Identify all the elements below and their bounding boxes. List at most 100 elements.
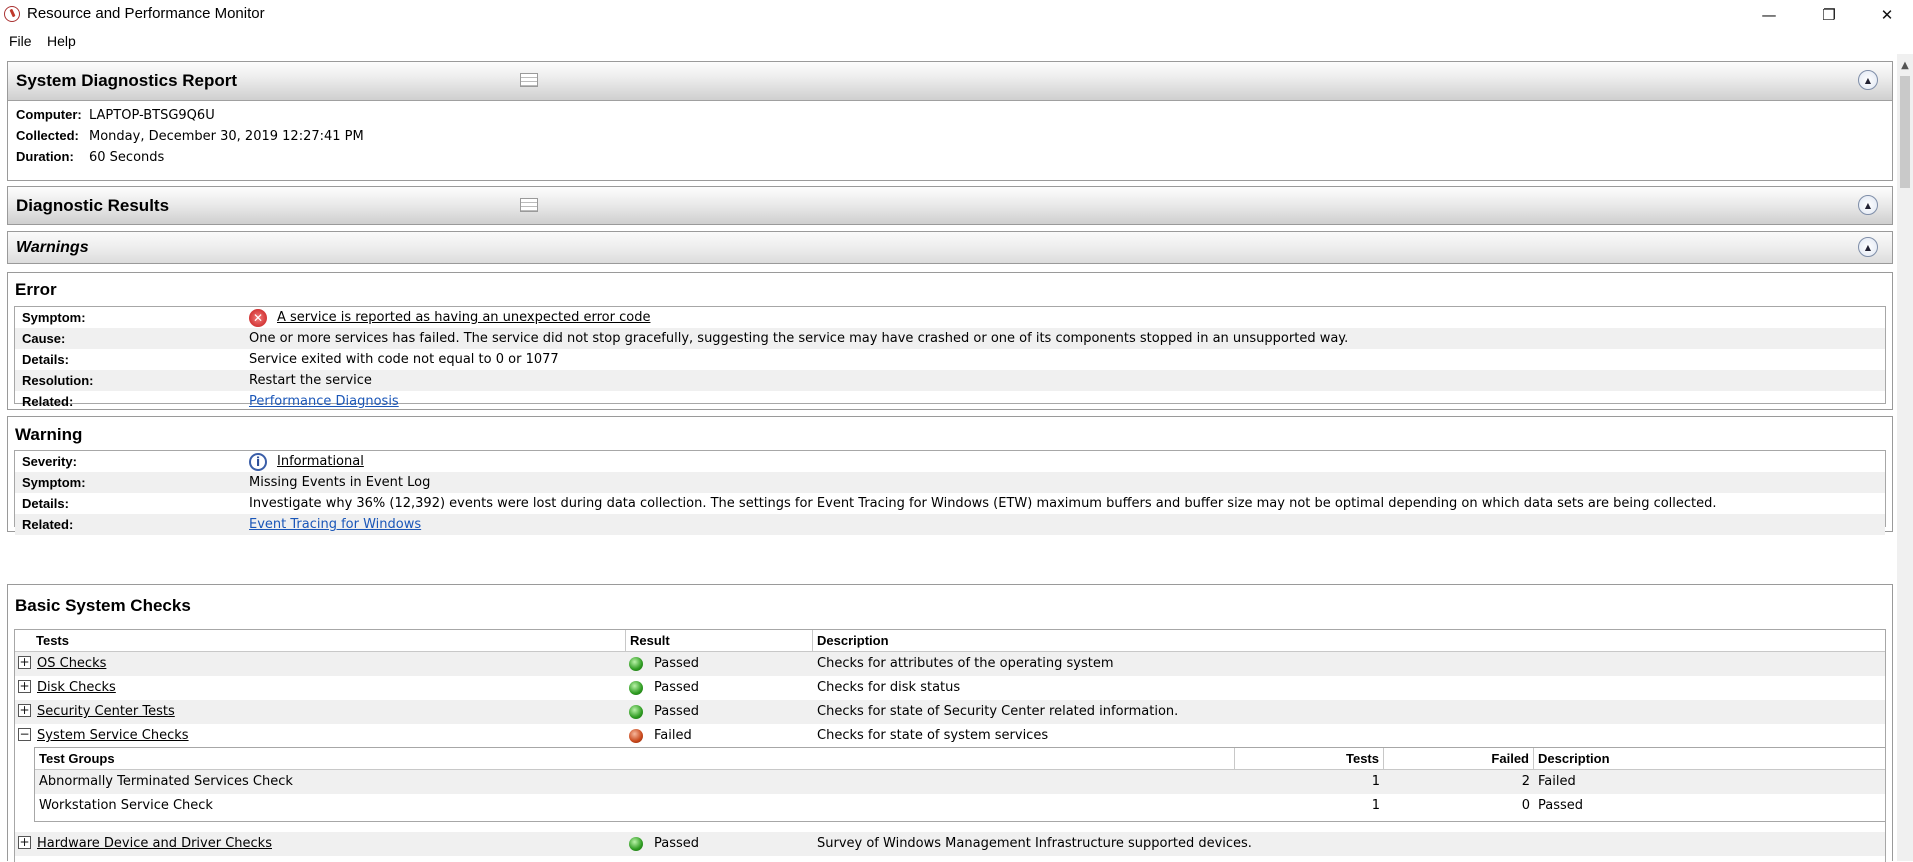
error-symptom-link[interactable]: A service is reported as having an unexp…	[277, 310, 650, 325]
scroll-up-icon[interactable]: ▲	[1897, 60, 1913, 76]
error-related-row: Related: Performance Diagnosis	[15, 391, 1885, 412]
collapse-diagnostic-results-button[interactable]: ▲	[1858, 195, 1878, 215]
warning-symptom-row: Symptom: Missing Events in Event Log	[15, 472, 1885, 493]
report-header[interactable]: System Diagnostics Report ▲	[8, 62, 1892, 101]
security-center-tests-link[interactable]: Security Center Tests	[37, 700, 175, 724]
col-tests[interactable]: Tests	[32, 630, 626, 651]
passed-status-icon	[629, 705, 643, 719]
warning-symptom: Missing Events in Event Log	[249, 475, 431, 490]
table-row: + Security Center Tests Passed Checks fo…	[15, 700, 1885, 724]
warning-details-row: Details: Investigate why 36% (12,392) ev…	[15, 493, 1885, 514]
event-tracing-link[interactable]: Event Tracing for Windows	[249, 514, 421, 535]
table-row: Abnormally Terminated Services Check 1 2…	[35, 770, 1885, 794]
description-value: Checks for disk status	[817, 680, 961, 695]
warning-section: Warning Severity: i Informational Symptom…	[7, 416, 1893, 535]
duration-row: Duration: 60 Seconds	[16, 149, 165, 165]
col-description[interactable]: Description	[813, 630, 1885, 651]
description-value: Survey of Windows Management Infrastruct…	[817, 836, 1252, 851]
close-button[interactable]: ✕	[1864, 0, 1910, 30]
col-failed[interactable]: Failed	[1384, 748, 1534, 769]
collapse-warnings-button[interactable]: ▲	[1858, 237, 1878, 257]
table-row: Workstation Service Check 1 0 Passed	[35, 794, 1885, 818]
expand-disk-checks-button[interactable]: +	[18, 680, 31, 693]
warning-severity-row: Severity: i Informational	[22, 452, 364, 471]
test-group-name: Abnormally Terminated Services Check	[39, 774, 293, 789]
col-result[interactable]: Result	[626, 630, 813, 651]
error-cause: One or more services has failed. The ser…	[249, 331, 1349, 346]
restore-button[interactable]: ❐	[1806, 0, 1852, 30]
computer-row: Computer: LAPTOP-BTSG9Q6U	[16, 107, 215, 123]
vertical-scrollbar[interactable]: ▲	[1897, 54, 1913, 861]
title-bar: Resource and Performance Monitor — ❐ ✕	[0, 0, 1913, 30]
scrollbar-thumb[interactable]	[1900, 76, 1910, 188]
table-view-icon[interactable]	[520, 73, 538, 87]
expand-os-checks-button[interactable]: +	[18, 656, 31, 669]
passed-status-icon	[629, 681, 643, 695]
test-groups-table: Test Groups Tests Failed Description Abn…	[34, 747, 1886, 822]
result-value: Passed	[654, 656, 700, 671]
warning-details-grid: Severity: i Informational Symptom: Missin…	[14, 450, 1886, 535]
error-title: Error	[15, 280, 57, 299]
tests-count: 1	[1371, 798, 1380, 813]
description-value: Checks for attributes of the operating s…	[817, 656, 1114, 671]
warnings-title: Warnings	[16, 239, 89, 256]
expand-security-center-button[interactable]: +	[18, 704, 31, 717]
error-details: Service exited with code not equal to 0 …	[249, 352, 559, 367]
expand-hardware-checks-button[interactable]: +	[18, 836, 31, 849]
collapse-report-button[interactable]: ▲	[1858, 70, 1878, 90]
failed-count: 0	[1521, 798, 1530, 813]
severity-link[interactable]: Informational	[277, 454, 364, 469]
error-resolution-row: Resolution: Restart the service	[15, 370, 1885, 391]
col-sub-tests[interactable]: Tests	[1235, 748, 1384, 769]
hardware-device-checks-link[interactable]: Hardware Device and Driver Checks	[37, 832, 272, 856]
system-service-checks-link[interactable]: System Service Checks	[37, 724, 189, 748]
error-details-grid: Symptom: ✕ A service is reported as havin…	[14, 306, 1886, 409]
diagnostic-results-title: Diagnostic Results	[16, 196, 170, 215]
group-description: Failed	[1538, 774, 1576, 789]
passed-status-icon	[629, 657, 643, 671]
error-resolution: Restart the service	[249, 373, 372, 388]
table-row: + OS Checks Passed Checks for attributes…	[15, 652, 1885, 676]
menu-file[interactable]: File	[9, 33, 32, 49]
menu-help[interactable]: Help	[47, 33, 76, 49]
diagnostic-results-section: Diagnostic Results ▲	[7, 186, 1893, 225]
error-icon: ✕	[249, 308, 267, 327]
os-checks-link[interactable]: OS Checks	[37, 652, 106, 676]
basic-checks-title: Basic System Checks	[15, 596, 191, 615]
failed-status-icon	[629, 729, 643, 743]
result-value: Passed	[654, 680, 700, 695]
collected-row: Collected: Monday, December 30, 2019 12:2…	[16, 128, 364, 144]
col-sub-description[interactable]: Description	[1534, 748, 1885, 769]
table-row: − System Service Checks Failed Checks fo…	[15, 724, 1885, 748]
basic-checks-table: Tests Result Description + OS Checks Pas…	[14, 629, 1886, 862]
basic-system-checks: Basic System Checks Tests Result Descrip…	[7, 584, 1893, 862]
report-title: System Diagnostics Report	[16, 71, 238, 90]
disk-checks-link[interactable]: Disk Checks	[37, 676, 116, 700]
warnings-header[interactable]: Warnings ▲	[8, 232, 1892, 263]
resource-monitor-icon	[4, 6, 20, 22]
collapse-system-service-button[interactable]: −	[18, 728, 31, 741]
col-test-groups[interactable]: Test Groups	[35, 748, 1235, 769]
description-value: Checks for state of system services	[817, 728, 1049, 743]
diagnostic-results-header[interactable]: Diagnostic Results ▲	[8, 187, 1892, 224]
table-view-icon[interactable]	[520, 198, 538, 212]
description-value: Checks for state of Security Center rela…	[817, 704, 1179, 719]
test-groups-header-row: Test Groups Tests Failed Description	[35, 748, 1885, 770]
duration-value: 60 Seconds	[89, 150, 165, 165]
performance-diagnosis-link[interactable]: Performance Diagnosis	[249, 391, 399, 412]
group-description: Passed	[1538, 798, 1584, 813]
error-section: Error Symptom: ✕ A service is reported as…	[7, 272, 1893, 410]
system-diagnostics-report-section: System Diagnostics Report ▲ Computer: LAP…	[7, 61, 1893, 181]
basic-checks-header-row: Tests Result Description	[15, 630, 1885, 652]
warning-details: Investigate why 36% (12,392) events were…	[249, 496, 1717, 511]
window-title: Resource and Performance Monitor	[27, 5, 265, 22]
error-symptom-row: Symptom: ✕ A service is reported as havin…	[22, 308, 651, 327]
test-group-name: Workstation Service Check	[39, 798, 213, 813]
warning-related-row: Related: Event Tracing for Windows	[15, 514, 1885, 535]
minimize-button[interactable]: —	[1746, 0, 1792, 30]
error-cause-row: Cause: One or more services has failed. …	[15, 328, 1885, 349]
table-row: + Disk Checks Passed Checks for disk sta…	[15, 676, 1885, 700]
result-value: Failed	[654, 728, 692, 743]
result-value: Passed	[654, 836, 700, 851]
result-value: Passed	[654, 704, 700, 719]
